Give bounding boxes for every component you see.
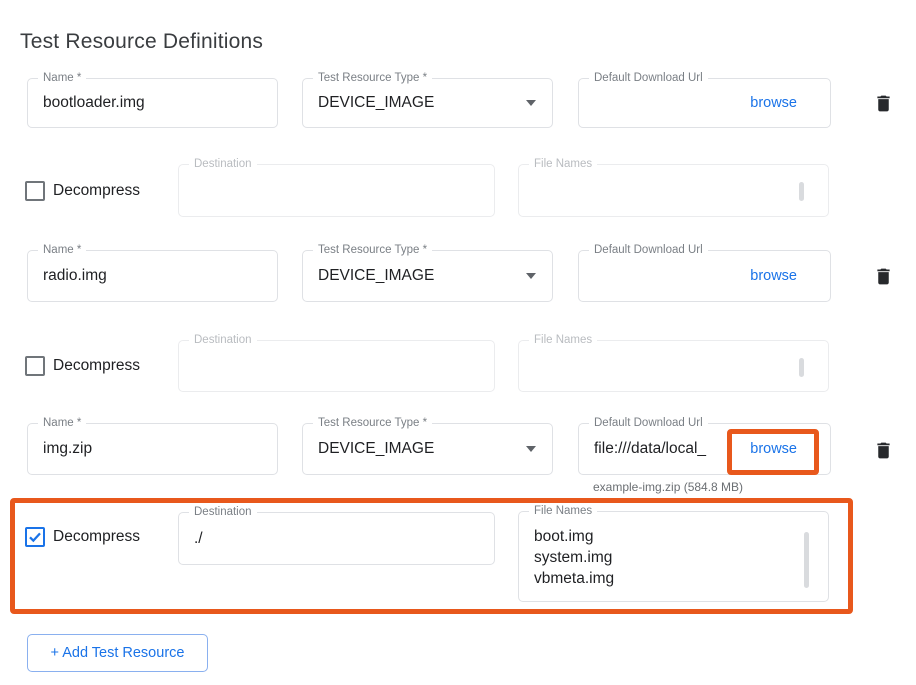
download-url-value: [594, 251, 724, 301]
page-title: Test Resource Definitions: [20, 30, 263, 54]
check-icon: [27, 529, 43, 545]
decompress-label: Decompress: [53, 527, 140, 547]
dropdown-arrow-icon: [526, 446, 536, 452]
name-field-value: radio.img: [43, 251, 107, 301]
decompress-checkbox[interactable]: [25, 356, 45, 376]
file-names-value: [534, 355, 798, 383]
scrollbar-thumb[interactable]: [799, 182, 804, 201]
destination-field[interactable]: Destination: [178, 164, 495, 217]
destination-value: ./: [194, 513, 203, 564]
download-url-field[interactable]: Default Download Url file:///data/local_…: [578, 423, 831, 475]
download-url-value: [594, 79, 724, 127]
name-field[interactable]: Name * img.zip: [27, 423, 278, 475]
trash-icon: [873, 439, 894, 462]
dropdown-arrow-icon: [526, 273, 536, 279]
name-field[interactable]: Name * bootloader.img: [27, 78, 278, 128]
file-names-textarea[interactable]: File Names: [518, 164, 829, 217]
name-field-value: img.zip: [43, 424, 92, 474]
resource-type-value: DEVICE_IMAGE: [318, 251, 434, 301]
destination-label: Destination: [189, 333, 257, 347]
file-names-value: [534, 179, 798, 208]
file-names-label: File Names: [529, 333, 597, 347]
resource-type-select[interactable]: Test Resource Type * DEVICE_IMAGE: [302, 423, 553, 475]
name-field[interactable]: Name * radio.img: [27, 250, 278, 302]
scrollbar-thumb[interactable]: [799, 358, 804, 377]
resource-type-select[interactable]: Test Resource Type * DEVICE_IMAGE: [302, 78, 553, 128]
trash-icon: [873, 92, 894, 115]
browse-link[interactable]: browse: [750, 251, 797, 301]
destination-label: Destination: [189, 157, 257, 171]
scrollbar-thumb[interactable]: [804, 532, 809, 588]
download-url-value: file:///data/local_: [594, 424, 724, 474]
trash-icon: [873, 265, 894, 288]
destination-field[interactable]: Destination ./: [178, 512, 495, 565]
decompress-checkbox[interactable]: [25, 181, 45, 201]
decompress-label: Decompress: [53, 356, 140, 376]
file-names-label: File Names: [529, 157, 597, 171]
file-names-value: boot.img system.img vbmeta.img: [534, 526, 798, 593]
download-url-field[interactable]: Default Download Url browse: [578, 250, 831, 302]
add-test-resource-button[interactable]: + Add Test Resource: [27, 634, 208, 672]
file-names-textarea[interactable]: File Names: [518, 340, 829, 392]
dropdown-arrow-icon: [526, 100, 536, 106]
delete-resource-button[interactable]: [870, 263, 896, 289]
delete-resource-button[interactable]: [870, 437, 896, 463]
decompress-checkbox[interactable]: [25, 527, 45, 547]
download-file-info: example-img.zip (584.8 MB): [593, 480, 743, 494]
resource-type-value: DEVICE_IMAGE: [318, 424, 434, 474]
file-names-label: File Names: [529, 504, 597, 518]
name-field-value: bootloader.img: [43, 79, 145, 127]
browse-link[interactable]: browse: [750, 79, 797, 127]
decompress-label: Decompress: [53, 181, 140, 201]
resource-type-value: DEVICE_IMAGE: [318, 79, 434, 127]
delete-resource-button[interactable]: [870, 90, 896, 116]
resource-type-select[interactable]: Test Resource Type * DEVICE_IMAGE: [302, 250, 553, 302]
browse-link[interactable]: browse: [750, 424, 797, 474]
destination-field[interactable]: Destination: [178, 340, 495, 392]
file-names-textarea[interactable]: File Names boot.img system.img vbmeta.im…: [518, 511, 829, 602]
download-url-field[interactable]: Default Download Url browse: [578, 78, 831, 128]
